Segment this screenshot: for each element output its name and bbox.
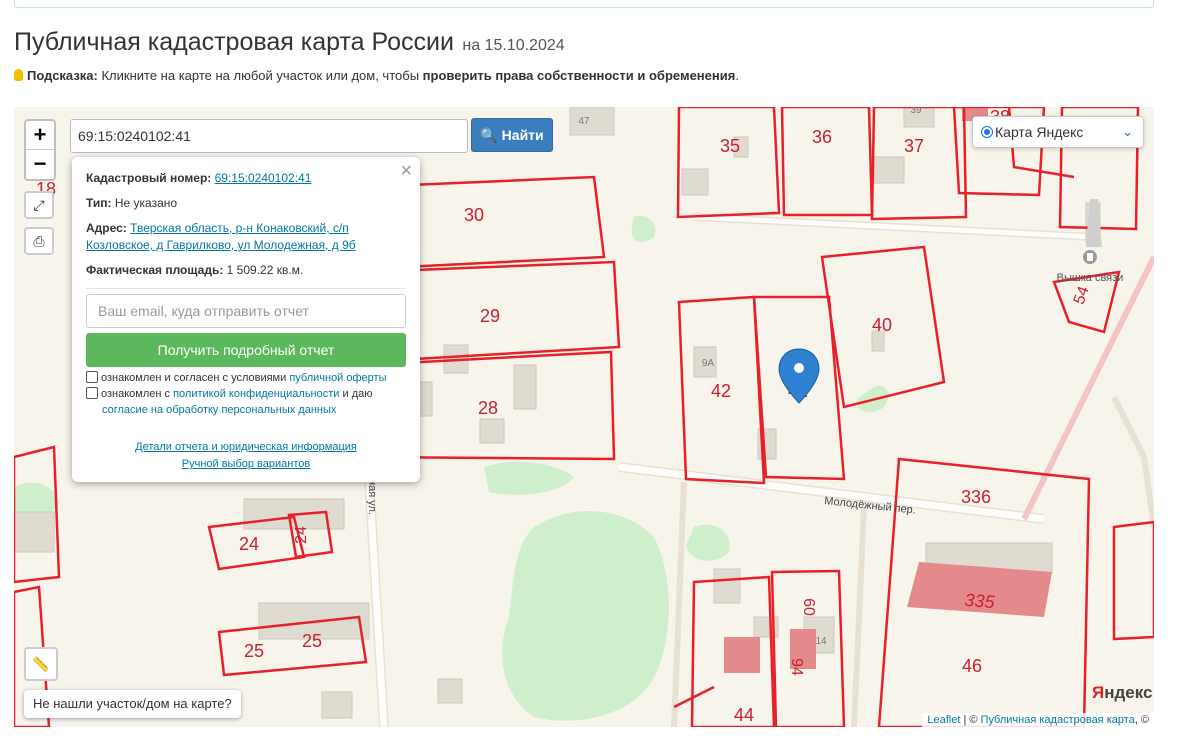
ruler-icon: 📏 <box>32 656 50 672</box>
area-row: Фактическая площадь: 1 509.22 кв.м. <box>86 263 304 277</box>
privacy-link[interactable]: политикой конфиденциальности <box>173 388 339 400</box>
privacy-checkbox-row: ознакомлен с политикой конфиденциальност… <box>86 386 372 418</box>
zoom-control: + − <box>24 119 56 181</box>
park-area <box>502 510 669 721</box>
parcel-label: 94 <box>788 658 805 676</box>
email-field[interactable]: Ваш email, куда отправить отчет <box>86 294 406 328</box>
details-row: Детали отчета и юридическая информация <box>72 441 420 453</box>
leaflet-link[interactable]: Leaflet <box>927 714 960 726</box>
not-found-button[interactable]: Не нашли участок/дом на карте? <box>24 690 241 718</box>
parcel-label: 60 <box>800 598 817 616</box>
divider <box>86 288 406 289</box>
pkk-link[interactable]: Публичная кадастровая карта <box>981 714 1135 726</box>
top-panel <box>14 0 1154 8</box>
print-button[interactable]: ⎙ <box>24 227 54 255</box>
parcel-label: 29 <box>480 306 500 326</box>
hint-bold: проверить права собственности и обремене… <box>422 68 736 83</box>
parcel-label: 336 <box>961 487 991 507</box>
parcel-label: 25 <box>302 631 322 651</box>
search-button-label: Найти <box>501 127 544 143</box>
svg-text:14: 14 <box>815 636 827 647</box>
road <box>1111 395 1154 528</box>
offer-link[interactable]: публичной оферты <box>289 372 386 384</box>
cadastral-search-input[interactable]: 69:15:0240102:41 <box>70 119 468 153</box>
attribution: Leaflet | © Публичная кадастровая карта,… <box>922 713 1154 727</box>
manual-select-link[interactable]: Ручной выбор вариантов <box>182 458 310 470</box>
address-row: Адрес: Тверская область, р-н Конаковский… <box>86 221 356 252</box>
svg-text:47: 47 <box>578 116 590 127</box>
yandex-logo: Яндекс <box>1092 683 1153 702</box>
consent-link[interactable]: согласие на обработку персональных данны… <box>102 404 336 416</box>
location-marker-icon[interactable] <box>778 348 820 404</box>
parcel-label: 44 <box>734 705 754 725</box>
zoom-out-button[interactable]: − <box>26 150 54 179</box>
svg-text:9А: 9А <box>702 358 715 369</box>
parcel-label: 335 <box>964 590 997 613</box>
green-area <box>631 215 656 243</box>
street-label: ная ул. <box>366 479 378 515</box>
page-header: Публичная кадастровая карта России на 15… <box>14 28 565 57</box>
parcel-label: 25 <box>244 641 264 661</box>
search-icon: 🔍 <box>480 127 498 143</box>
parcel-label: 35 <box>720 136 740 156</box>
parcel-label: 54 <box>1071 284 1093 307</box>
green-area <box>484 461 574 495</box>
layer-select[interactable]: Карта Яндекс ⌄ <box>972 116 1144 148</box>
hint-text: Кликните на карте на любой участок или д… <box>97 68 423 83</box>
layer-select-label: Карта Яндекс <box>995 124 1084 140</box>
parcel-label: 46 <box>962 656 982 676</box>
get-report-button[interactable]: Получить подробный отчет <box>86 333 406 367</box>
type-row: Тип: Не указано <box>86 196 178 210</box>
search-button[interactable]: 🔍 Найти <box>471 118 553 152</box>
cadastral-row: Кадастровый номер: 69:15:0240102:41 <box>86 171 312 185</box>
offer-checkbox-row: ознакомлен и согласен с условиями публич… <box>86 370 387 386</box>
page-title: Публичная кадастровая карта России <box>14 28 454 56</box>
ruler-button[interactable]: 📏 <box>24 647 58 681</box>
radio-icon <box>981 126 993 138</box>
tower-label: Вышка связи <box>1057 272 1124 284</box>
cadastral-number-link[interactable]: 69:15:0240102:41 <box>215 171 312 185</box>
address-link[interactable]: Тверская область, р-н Конаковский, с/п <box>130 221 349 235</box>
parcel-label: 40 <box>872 315 892 335</box>
chevron-down-icon: ⌄ <box>1122 124 1133 139</box>
cadastral-map[interactable]: 30 29 28 35 36 37 38 42 41 40 336 46 24 … <box>14 107 1154 727</box>
parcel-label: 37 <box>904 136 924 156</box>
parcel-label: 30 <box>464 205 484 225</box>
page-date: на 15.10.2024 <box>462 37 565 54</box>
parcel-label: 24 <box>239 534 259 554</box>
details-link[interactable]: Детали отчета и юридическая информация <box>135 441 357 453</box>
printer-icon: ⎙ <box>33 233 45 249</box>
hint: Подсказка: Кликните на карте на любой уч… <box>14 68 739 83</box>
address-link-2[interactable]: Козловское, д Гаврилково, ул Молодежная,… <box>86 238 356 252</box>
manual-row: Ручной выбор вариантов <box>72 458 420 470</box>
parcel-label: 36 <box>812 127 832 147</box>
zoom-in-button[interactable]: + <box>26 121 54 150</box>
parcel-label: 28 <box>478 398 498 418</box>
parcel-info-popup: × Кадастровый номер: 69:15:0240102:41 Ти… <box>72 157 420 482</box>
green-area <box>686 524 730 561</box>
parcel-label: 42 <box>711 381 731 401</box>
road <box>851 506 867 727</box>
offer-checkbox[interactable] <box>86 371 98 383</box>
lightbulb-icon <box>14 69 23 81</box>
parcel-label: 24 <box>293 526 310 544</box>
hint-label: Подсказка: <box>27 68 98 83</box>
expand-icon: ⤢ <box>33 197 45 213</box>
fullscreen-button[interactable]: ⤢ <box>24 191 54 219</box>
privacy-checkbox[interactable] <box>86 387 98 399</box>
svg-text:39: 39 <box>910 107 922 116</box>
road <box>693 214 1095 240</box>
road <box>671 481 687 727</box>
